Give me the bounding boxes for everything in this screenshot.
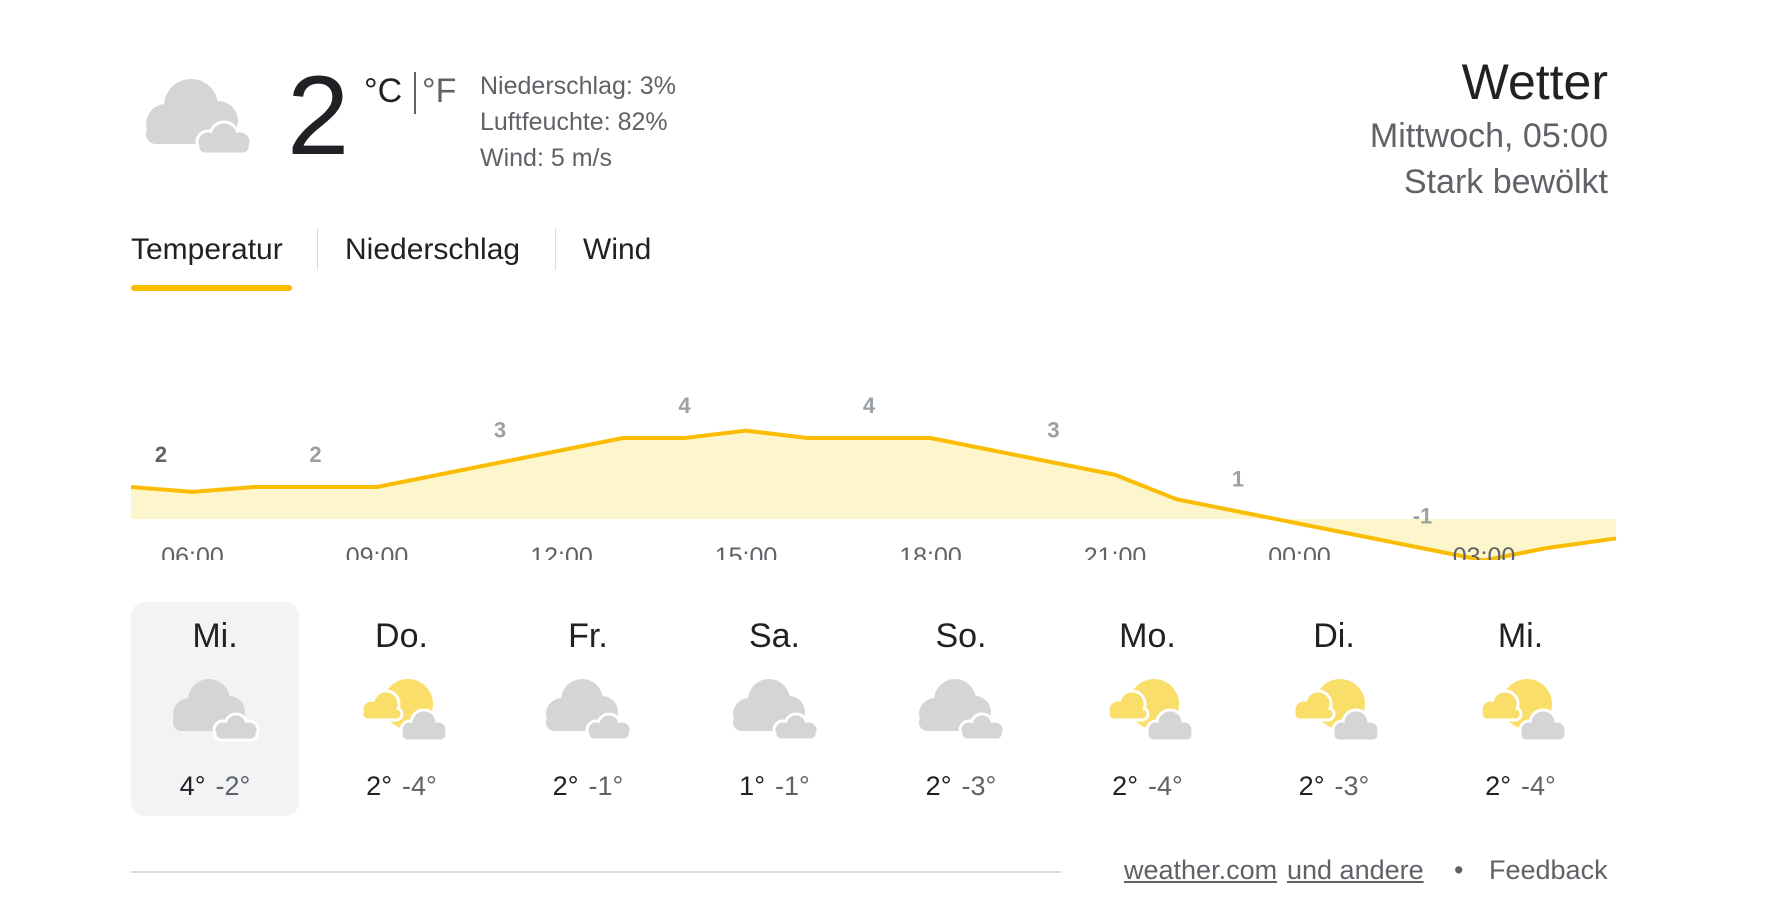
day-name: So. (935, 617, 987, 655)
source-link-weather[interactable]: weather.com (1124, 852, 1277, 888)
footer-divider (131, 871, 1061, 873)
chart-x-tick-label: 06:00 (161, 543, 224, 560)
chart-x-tick-label: 09:00 (346, 543, 409, 560)
day-temperatures: 2° -1° (504, 768, 672, 804)
day-low: -1° (775, 771, 810, 801)
day-high: 2° (1485, 771, 1511, 801)
chart-x-tick-label: 12:00 (530, 543, 593, 560)
day-high: 2° (1112, 771, 1138, 801)
partly-cloudy-icon (1106, 679, 1194, 743)
chart-x-tick-label: 15:00 (715, 543, 778, 560)
day-name: Fr. (568, 617, 608, 655)
tab-divider (317, 228, 318, 270)
day-low: -3° (961, 771, 997, 801)
day-card[interactable]: Sa. 1° -1° (691, 602, 859, 816)
day-card[interactable]: Mo. 2° -4° (1064, 602, 1232, 816)
day-temperatures: 2° -4° (318, 768, 486, 804)
temperature-point-label: 2 (155, 442, 167, 467)
active-tab-indicator (131, 285, 292, 291)
day-high: 2° (925, 771, 952, 801)
weather-condition: Stark bewölkt (1403, 163, 1608, 201)
source-link-others[interactable]: und andere (1287, 852, 1424, 888)
day-temperatures: 4° -2° (131, 768, 299, 804)
wind-stat: Wind: 5 m/s (480, 144, 612, 172)
tab-wind[interactable]: Wind (583, 228, 651, 272)
chart-x-tick-label: 21:00 (1084, 543, 1147, 560)
cloudy-icon (173, 679, 260, 742)
current-temperature: 2 (287, 53, 350, 178)
day-temperatures: 1° -1° (691, 768, 859, 804)
temperature-point-label: 3 (494, 418, 506, 443)
temperature-point-label: 4 (678, 393, 691, 418)
day-temperatures: 2° -3° (877, 768, 1045, 804)
partly-cloudy-icon (1479, 679, 1567, 743)
day-name: Sa. (748, 617, 801, 655)
day-low: -4° (1148, 771, 1183, 801)
precipitation-stat: Niederschlag: 3% (480, 72, 676, 100)
footer-separator: • (1454, 855, 1464, 885)
day-temperatures: 2° -4° (1064, 768, 1232, 804)
cloudy-icon (146, 79, 253, 156)
day-card[interactable]: Di. 2° -3° (1250, 602, 1418, 816)
day-temperatures: 2° -4° (1437, 768, 1605, 804)
day-temperatures: 2° -3° (1250, 768, 1418, 804)
day-card[interactable]: Do. 2° -4° (318, 602, 486, 816)
temperature-point-label: 2 (309, 442, 321, 467)
day-name: Mo. (1119, 617, 1176, 655)
day-card[interactable]: Mi. 2° -4° (1437, 602, 1605, 816)
day-high: 2° (552, 771, 579, 801)
temperature-point-label: 3 (1047, 418, 1059, 443)
day-low: -4° (1521, 771, 1556, 801)
day-low: -2° (215, 771, 251, 801)
day-card[interactable]: So. 2° -3° (877, 602, 1045, 816)
temperature-point-label: -1 (1413, 503, 1433, 528)
humidity-stat: Luftfeuchte: 82% (480, 108, 668, 136)
cloudy-icon (546, 679, 633, 742)
day-low: -3° (1334, 771, 1370, 801)
partly-cloudy-icon (1292, 679, 1381, 743)
chart-x-tick-label: 00:00 (1268, 543, 1331, 560)
cloudy-icon (732, 679, 819, 742)
unit-separator (414, 72, 416, 114)
day-high: 1° (739, 771, 765, 801)
partly-cloudy-icon (360, 679, 448, 743)
weather-datetime: Mittwoch, 05:00 (1369, 117, 1608, 155)
day-name: Di. (1313, 617, 1355, 655)
day-low: -1° (588, 771, 624, 801)
weather-title: Wetter (1461, 54, 1608, 110)
day-high: 2° (1298, 771, 1325, 801)
day-name: Mi. (1497, 617, 1544, 655)
day-high: 2° (366, 771, 392, 801)
day-card[interactable]: Mi. 4° -2° (131, 602, 299, 816)
tab-precipitation[interactable]: Niederschlag (345, 228, 520, 272)
day-name: Mi. (192, 617, 238, 655)
temperature-point-label: 4 (863, 393, 876, 418)
tab-temperature[interactable]: Temperatur (131, 228, 283, 272)
day-card[interactable]: Fr. 2° -1° (504, 602, 672, 816)
unit-celsius-button[interactable]: °C (364, 72, 402, 111)
chart-x-tick-label: 18:00 (899, 543, 962, 560)
day-low: -4° (402, 771, 437, 801)
day-name: Do. (375, 617, 428, 655)
temperature-point-label: 1 (1232, 467, 1244, 492)
feedback-link[interactable]: Feedback (1489, 852, 1608, 888)
cloudy-icon (919, 679, 1006, 742)
chart-x-tick-label: 03:00 (1453, 543, 1516, 560)
temperature-chart: 2 2 3 4 4 3 1 -1 06:00 09:00 12:00 15:00 18:00 21:00 0… (130, 393, 1617, 560)
unit-fahrenheit-button[interactable]: °F (422, 72, 456, 111)
day-high: 4° (179, 771, 206, 801)
tab-divider (555, 228, 556, 270)
